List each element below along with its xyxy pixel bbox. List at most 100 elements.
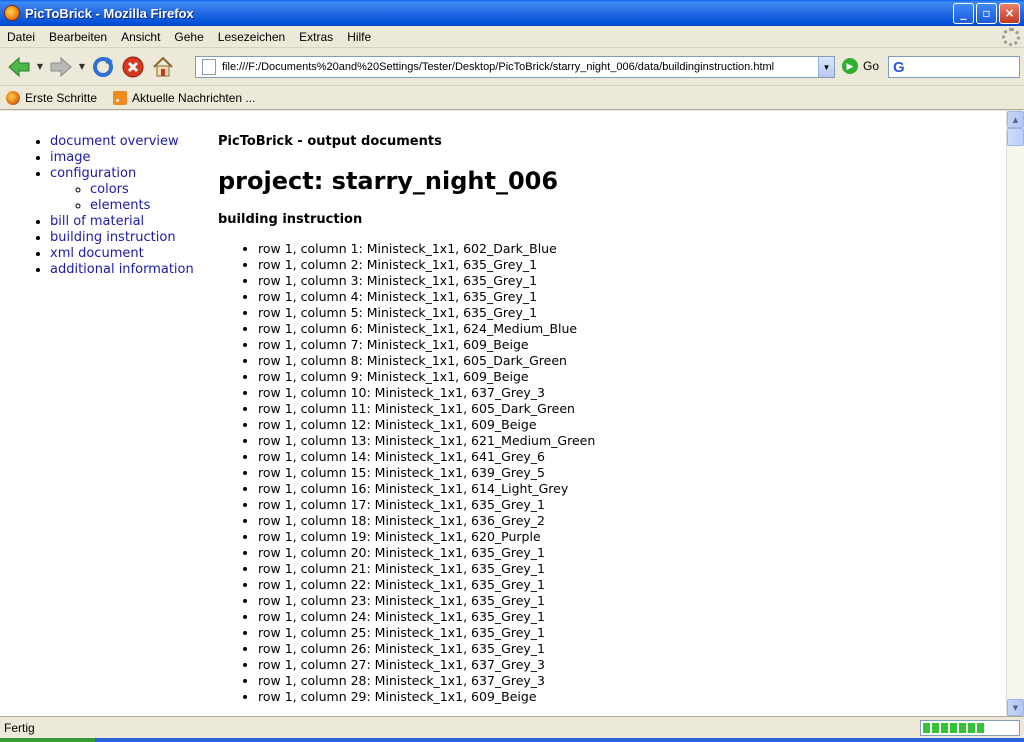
forward-dropdown-icon[interactable]: ▼ xyxy=(76,62,88,71)
back-dropdown-icon[interactable]: ▼ xyxy=(34,62,46,71)
instruction-row: row 1, column 20: Ministeck_1x1, 635_Gre… xyxy=(258,545,595,561)
close-button[interactable]: × xyxy=(999,2,1020,24)
menu-bearbeiten[interactable]: Bearbeiten xyxy=(42,30,114,44)
instruction-row: row 1, column 12: Ministeck_1x1, 609_Bei… xyxy=(258,417,595,433)
instruction-row: row 1, column 10: Ministeck_1x1, 637_Gre… xyxy=(258,385,595,401)
nav-link-xml-document[interactable]: xml document xyxy=(50,246,144,261)
menu-datei[interactable]: Datei xyxy=(0,30,42,44)
instruction-row: row 1, column 15: Ministeck_1x1, 639_Gre… xyxy=(258,465,595,481)
url-text[interactable]: file:///F:/Documents%20and%20Settings/Te… xyxy=(222,61,818,73)
back-button[interactable] xyxy=(4,52,34,82)
progress-segment xyxy=(923,722,930,733)
bookmark-erste-schritte[interactable]: Erste Schritte xyxy=(6,90,98,105)
google-search-icon[interactable]: G xyxy=(893,59,905,76)
instruction-row: row 1, column 14: Ministeck_1x1, 641_Gre… xyxy=(258,449,595,465)
url-bar[interactable]: file:///F:/Documents%20and%20Settings/Te… xyxy=(195,56,835,78)
reload-button[interactable] xyxy=(88,52,118,82)
nav-link-additional-information[interactable]: additional information xyxy=(50,262,194,277)
maximize-button[interactable]: ▫ xyxy=(976,2,997,24)
nav-link-document-overview[interactable]: document overview xyxy=(50,134,179,149)
menu-extras[interactable]: Extras xyxy=(292,30,340,44)
navigation-toolbar: ▼ ▼ file:///F:/Documents%20and%20Setting… xyxy=(0,48,1024,86)
search-input[interactable]: G xyxy=(888,56,1020,78)
go-label: Go xyxy=(863,59,880,73)
progress-segment xyxy=(977,722,984,733)
vertical-scrollbar[interactable]: ▲ ▼ xyxy=(1006,111,1024,716)
scroll-up-icon[interactable]: ▲ xyxy=(1007,111,1024,128)
instruction-row: row 1, column 7: Ministeck_1x1, 609_Beig… xyxy=(258,337,595,353)
nav-link-building-instruction[interactable]: building instruction xyxy=(50,230,176,245)
menu-ansicht[interactable]: Ansicht xyxy=(114,30,167,44)
instruction-row: row 1, column 28: Ministeck_1x1, 637_Gre… xyxy=(258,673,595,689)
menu-lesezeichen[interactable]: Lesezeichen xyxy=(211,30,292,44)
nav-item-additional-information: additional information xyxy=(50,262,194,278)
progress-segment xyxy=(950,722,957,733)
instruction-row: row 1, column 11: Ministeck_1x1, 605_Dar… xyxy=(258,401,595,417)
reload-icon xyxy=(93,56,113,77)
nav-link-image[interactable]: image xyxy=(50,150,91,165)
instruction-row: row 1, column 13: Ministeck_1x1, 621_Med… xyxy=(258,433,595,449)
instruction-row: row 1, column 24: Ministeck_1x1, 635_Gre… xyxy=(258,609,595,625)
home-icon xyxy=(153,56,173,76)
section-title: building instruction xyxy=(218,212,363,227)
status-text: Fertig xyxy=(4,720,35,735)
instruction-row: row 1, column 26: Ministeck_1x1, 635_Gre… xyxy=(258,641,595,657)
nav-item-xml-document: xml document xyxy=(50,246,194,262)
menu-bar: Datei Bearbeiten Ansicht Gehe Lesezeiche… xyxy=(0,26,1024,48)
nav-item-document-overview: document overview xyxy=(50,134,194,150)
bookmarks-toolbar: Erste Schritte Aktuelle Nachrichten ... xyxy=(0,86,1024,110)
instruction-row: row 1, column 2: Ministeck_1x1, 635_Grey… xyxy=(258,257,595,273)
go-button[interactable]: ▶ Go xyxy=(842,58,879,74)
main-content: PicToBrick - output documents project: s… xyxy=(218,134,595,705)
page-icon xyxy=(202,59,216,75)
nav-item-elements: elements xyxy=(90,198,194,214)
nav-link-configuration[interactable]: configuration xyxy=(50,166,136,181)
back-arrow-icon xyxy=(8,56,30,77)
instruction-row: row 1, column 19: Ministeck_1x1, 620_Pur… xyxy=(258,529,595,545)
home-button[interactable] xyxy=(148,52,178,82)
menu-hilfe[interactable]: Hilfe xyxy=(340,30,378,44)
nav-item-configuration: configuration colors elements xyxy=(50,166,194,214)
url-dropdown-icon[interactable]: ▼ xyxy=(818,57,834,77)
bookmark-aktuelle-nachrichten[interactable]: Aktuelle Nachrichten ... xyxy=(113,90,255,105)
document-header: PicToBrick - output documents xyxy=(218,134,442,149)
progress-segment xyxy=(941,722,948,733)
scroll-thumb[interactable] xyxy=(1007,128,1024,146)
nav-link-colors[interactable]: colors xyxy=(90,182,129,197)
instruction-row: row 1, column 21: Ministeck_1x1, 635_Gre… xyxy=(258,561,595,577)
scroll-down-icon[interactable]: ▼ xyxy=(1007,699,1024,716)
nav-item-bill-of-material: bill of material xyxy=(50,214,194,230)
menu-gehe[interactable]: Gehe xyxy=(167,30,210,44)
go-arrow-icon: ▶ xyxy=(842,58,858,74)
stop-button[interactable] xyxy=(118,52,148,82)
bookmark-label: Erste Schritte xyxy=(25,90,98,105)
instruction-row: row 1, column 23: Ministeck_1x1, 635_Gre… xyxy=(258,593,595,609)
side-navigation: document overview image configuration co… xyxy=(34,134,194,278)
nav-item-colors: colors xyxy=(90,182,194,198)
throbber-icon xyxy=(1002,28,1020,46)
instruction-row: row 1, column 5: Ministeck_1x1, 635_Grey… xyxy=(258,305,595,321)
minimize-button[interactable]: _ xyxy=(953,2,974,24)
instruction-row: row 1, column 1: Ministeck_1x1, 602_Dark… xyxy=(258,241,595,257)
instruction-row: row 1, column 6: Ministeck_1x1, 624_Medi… xyxy=(258,321,595,337)
instruction-row: row 1, column 9: Ministeck_1x1, 609_Beig… xyxy=(258,369,595,385)
instruction-list: row 1, column 1: Ministeck_1x1, 602_Dark… xyxy=(218,241,595,705)
firefox-icon xyxy=(4,5,20,21)
stop-icon xyxy=(122,56,144,77)
instruction-row: row 1, column 18: Ministeck_1x1, 636_Gre… xyxy=(258,513,595,529)
instruction-row: row 1, column 27: Ministeck_1x1, 637_Gre… xyxy=(258,657,595,673)
instruction-row: row 1, column 3: Ministeck_1x1, 635_Grey… xyxy=(258,273,595,289)
rss-feed-icon xyxy=(113,90,128,105)
page-content: document overview image configuration co… xyxy=(0,111,1006,716)
status-bar: Fertig xyxy=(0,716,1024,738)
window-titlebar[interactable]: PicToBrick - Mozilla Firefox _ ▫ × xyxy=(0,0,1024,26)
nav-link-elements[interactable]: elements xyxy=(90,198,150,213)
instruction-row: row 1, column 16: Ministeck_1x1, 614_Lig… xyxy=(258,481,595,497)
instruction-row: row 1, column 17: Ministeck_1x1, 635_Gre… xyxy=(258,497,595,513)
taskbar-strip xyxy=(0,738,1024,742)
nav-link-bill-of-material[interactable]: bill of material xyxy=(50,214,144,229)
progress-segment xyxy=(959,722,966,733)
nav-item-image: image xyxy=(50,150,194,166)
forward-arrow-icon xyxy=(50,56,72,77)
forward-button[interactable] xyxy=(46,52,76,82)
